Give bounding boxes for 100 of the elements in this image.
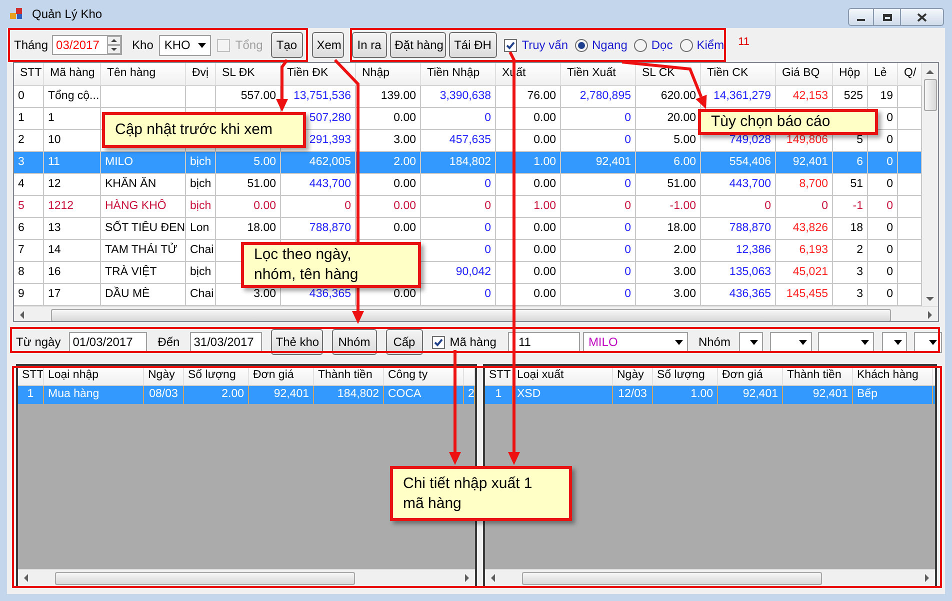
table-cell-text: 788,870 — [729, 220, 771, 236]
column-header[interactable]: Mã hàng — [50, 65, 95, 83]
table-cell-text: 51 — [850, 176, 863, 192]
dropdown[interactable]: KHO — [159, 34, 212, 56]
table-cell-text: 3 — [18, 154, 24, 170]
table-row[interactable]: 6 13 SỐT TIÊU ĐEN Lon 18.00 788,870 0.00 0 0.00 0 18.00 788,870 43,826 18 0 — [14, 218, 922, 240]
button[interactable]: Thẻ kho — [270, 329, 323, 355]
column-header[interactable]: Tiền CK — [707, 65, 748, 83]
table-cell-text: 92,401 — [812, 387, 848, 402]
table-cell-text: 0 — [886, 220, 893, 236]
column-header[interactable]: Đơn giá — [722, 366, 763, 384]
table-row[interactable]: 5 1212 HÀNG KHÔ bịch 0.00 0 0.00 0 1.00 0 -1.00 0 0 -1 0 — [14, 196, 922, 218]
column-header[interactable]: STT — [489, 366, 511, 384]
table-cell-text: 6 — [856, 154, 863, 170]
table-cell-text: 1 — [18, 110, 24, 126]
table-cell-text: 0 — [624, 264, 631, 280]
table-cell-text: bịch — [190, 154, 212, 170]
table-cell-text: 0.00 — [394, 198, 416, 214]
table-cell-text: HÀNG KHÔ — [105, 198, 166, 214]
column-header[interactable]: Số lượng — [188, 366, 236, 384]
table-cell-text: 0 — [886, 286, 893, 302]
button[interactable]: Tái ĐH — [448, 32, 497, 58]
table-cell-text: 0 — [624, 198, 631, 214]
table-cell-text: 139.00 — [380, 88, 416, 104]
table-cell-text: 620.00 — [660, 88, 696, 104]
callout: Cập nhật trước khi xem — [102, 112, 306, 148]
table-cell-text: XSD — [517, 387, 541, 402]
month-field[interactable]: 03/2017 — [52, 35, 122, 55]
table-cell-text: 0.00 — [394, 110, 416, 126]
button[interactable]: In ra — [352, 32, 387, 58]
table-cell-text: 8,700 — [799, 176, 828, 192]
table-cell-text: 5 — [18, 198, 24, 214]
table-cell-text: 145,455 — [786, 286, 828, 302]
table-cell-text: 0 — [484, 176, 491, 192]
dropdown[interactable]: MILO — [583, 332, 688, 352]
table-cell-text: 0 — [624, 176, 631, 192]
table-cell-text: 2 — [18, 132, 24, 148]
column-header[interactable]: Tiền Xuất — [567, 65, 616, 83]
table-cell-text: 13,751,536 — [293, 88, 351, 104]
column-header[interactable]: Thành tiền — [318, 366, 372, 384]
column-header[interactable]: Số lượng — [657, 366, 705, 384]
table-cell-text: 0 — [886, 110, 893, 126]
column-header[interactable]: Tên hàng — [107, 65, 156, 83]
column-header[interactable]: Đvị — [192, 65, 209, 83]
from-date-field[interactable]: 01/03/2017 — [68, 332, 147, 352]
table-cell-text: 3.00 — [674, 264, 696, 280]
button[interactable]: Tạo — [270, 32, 303, 58]
column-header[interactable]: STT — [20, 65, 42, 83]
button[interactable]: Cấp — [386, 329, 423, 355]
column-header[interactable]: Tiền Nhập — [427, 65, 480, 83]
button[interactable]: Nhóm — [332, 329, 377, 355]
table-cell-text: 135,063 — [729, 264, 771, 280]
column-header[interactable]: Q/ — [904, 65, 916, 83]
table-cell-text: 92,401 — [792, 154, 828, 170]
table-row[interactable]: 0 Tổng cộ... 557.00 13,751,536 139.00 3,390,638 76.00 2,780,895 620.00 14,361,279 42,153 525 19 — [14, 86, 922, 108]
table-cell-text: COCA — [388, 387, 422, 402]
table-cell-text: Chai — [190, 242, 214, 258]
table-cell-text: 0 — [624, 132, 631, 148]
table-cell-text: 51.00 — [247, 176, 276, 192]
column-header[interactable]: Lẻ — [874, 65, 887, 83]
table-cell-text: Lon — [190, 220, 210, 236]
table-row[interactable]: 4 12 KHĂN ĂN bịch 51.00 443,700 0.00 0 0.00 0 51.00 443,700 8,700 51 0 — [14, 174, 922, 196]
checkbox-label: Truy vấn — [522, 37, 568, 54]
table-cell-text: 8 — [18, 264, 24, 280]
column-header[interactable]: Ngày — [617, 366, 644, 384]
table-cell-text: 0 — [484, 110, 491, 126]
table-cell-text: 0 — [822, 198, 828, 214]
to-date-field[interactable]: 31/03/2017 — [190, 332, 262, 352]
table-row[interactable]: 9 17 DẦU MÈ Chai 3.00 436,365 0.00 0 0.00 0 3.00 436,365 145,455 3 0 — [14, 284, 922, 306]
table-cell-text: 0 — [484, 220, 491, 236]
table-cell-text: TRÀ VIỆT — [105, 264, 157, 280]
column-header[interactable]: SL CK — [642, 65, 675, 83]
table-cell-text: Mua hàng — [48, 387, 100, 402]
button[interactable]: Xem — [312, 32, 344, 58]
column-header[interactable]: Hộp — [839, 65, 860, 83]
table-cell-text: 1.00 — [534, 198, 556, 214]
column-header[interactable]: Ngày — [148, 366, 175, 384]
callout: Chi tiết nhập xuất 1 mã hàng — [390, 466, 572, 521]
column-header[interactable]: Giá BQ — [782, 65, 820, 83]
column-header[interactable]: Khách hàng — [857, 366, 918, 384]
column-header[interactable]: Tiền ĐK — [287, 65, 328, 83]
item-code-field[interactable]: 11 — [508, 332, 580, 352]
button[interactable]: Đặt hàng — [390, 32, 446, 58]
column-header[interactable]: Nhập — [362, 65, 390, 83]
column-header[interactable]: Loại nhập — [48, 366, 99, 384]
table-cell-text: 5 — [856, 132, 863, 148]
table-cell-text: 1 — [27, 387, 34, 402]
column-header[interactable]: Đơn giá — [253, 366, 294, 384]
column-header[interactable]: SL ĐK — [222, 65, 255, 83]
table-cell-text: 16 — [48, 264, 61, 280]
table-cell-text: 4 — [18, 176, 24, 192]
column-header[interactable]: Công ty — [388, 366, 428, 384]
table-cell-text: 76.00 — [527, 88, 556, 104]
table-cell-text: 0.00 — [534, 176, 556, 192]
table-cell-text: 0 — [624, 220, 631, 236]
column-header[interactable]: Thành tiền — [787, 366, 842, 384]
table-cell-text: 0 — [484, 198, 491, 214]
column-header[interactable]: Loại xuất — [517, 366, 564, 384]
table-cell-text: 184,802 — [337, 387, 379, 402]
table-cell-text: 0.00 — [534, 242, 556, 258]
